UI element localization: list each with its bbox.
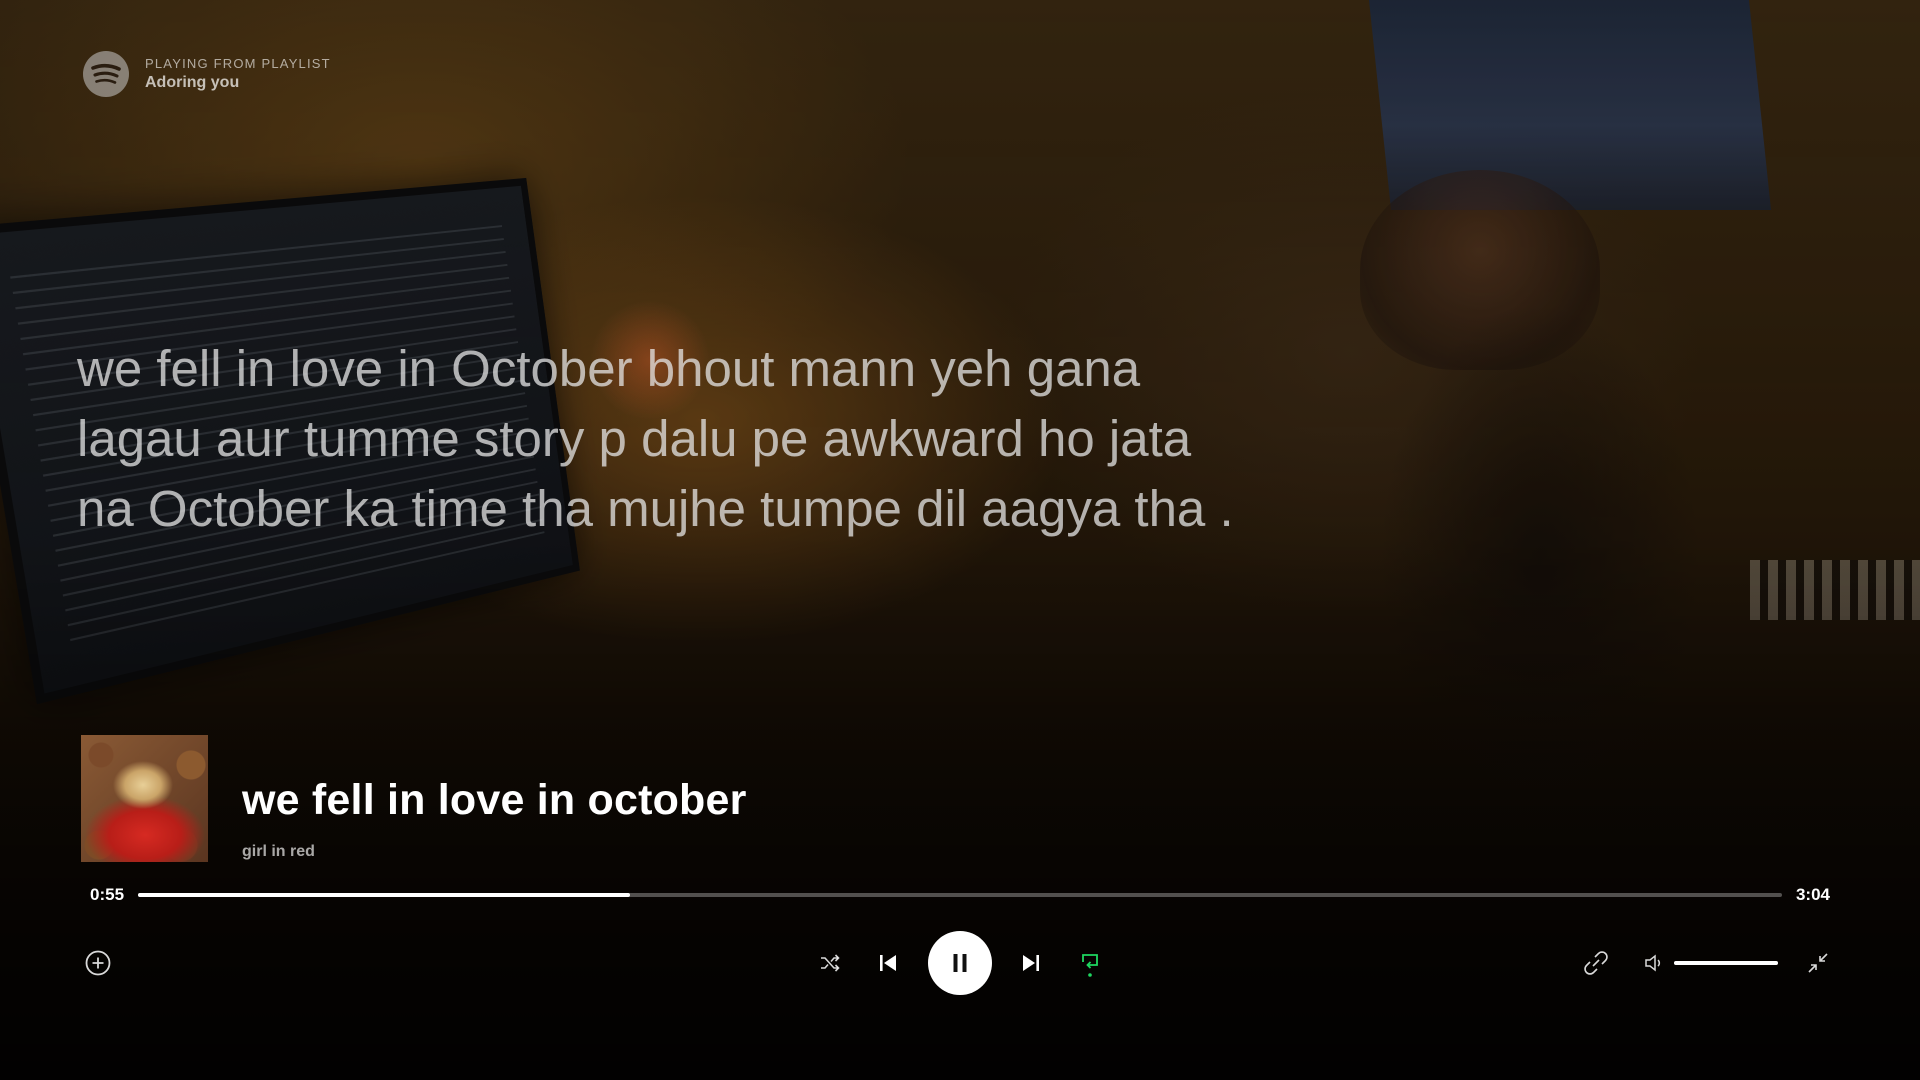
shuffle-button[interactable] <box>815 948 845 978</box>
repeat-button[interactable] <box>1074 946 1106 980</box>
progress-fill <box>138 893 630 897</box>
lyrics-line: na October ka time tha mujhe tumpe dil a… <box>77 480 1234 537</box>
plus-circle-icon <box>85 950 111 976</box>
duration-time: 3:04 <box>1795 885 1830 904</box>
skip-previous-icon <box>880 955 896 971</box>
now-playing-info: we fell in love in october girl in red <box>81 735 747 862</box>
artist-name[interactable]: girl in red <box>242 843 747 861</box>
volume-slider[interactable] <box>1674 961 1778 965</box>
elapsed-time: 0:55 <box>90 885 125 904</box>
add-to-library-button[interactable] <box>83 948 113 978</box>
progress-bar[interactable] <box>138 893 1782 897</box>
repeat-icon <box>1082 954 1098 977</box>
spotify-icon <box>83 51 129 97</box>
volume-button[interactable] <box>1640 948 1668 978</box>
lyrics-line: we fell in love in October bhout mann ye… <box>77 340 1141 397</box>
next-button[interactable] <box>1016 948 1046 978</box>
exit-fullscreen-icon <box>1808 953 1828 973</box>
lyrics-text: we fell in love in October bhout mann ye… <box>77 334 1377 544</box>
context-label: PLAYING FROM PLAYLIST <box>145 56 331 71</box>
fullscreen-player: PLAYING FROM PLAYLIST Adoring you we fel… <box>0 0 1920 1080</box>
lyrics-line: lagau aur tumme story p dalu pe awkward … <box>77 410 1192 467</box>
pause-icon <box>953 954 967 972</box>
playing-context: PLAYING FROM PLAYLIST Adoring you <box>83 51 331 97</box>
link-icon <box>1584 951 1608 975</box>
progress-row: 0:55 3:04 <box>90 883 1830 907</box>
shuffle-icon <box>821 954 840 972</box>
playlist-name[interactable]: Adoring you <box>145 74 331 92</box>
track-title[interactable]: we fell in love in october <box>242 776 747 825</box>
volume-icon <box>1645 954 1661 972</box>
context-text: PLAYING FROM PLAYLIST Adoring you <box>145 56 331 92</box>
previous-button[interactable] <box>873 948 903 978</box>
exit-fullscreen-button[interactable] <box>1803 948 1833 978</box>
volume-fill <box>1674 961 1778 965</box>
player-controls <box>0 930 1920 996</box>
album-cover[interactable] <box>81 735 208 862</box>
connect-button[interactable] <box>1581 948 1611 978</box>
pause-button[interactable] <box>928 931 992 995</box>
track-meta: we fell in love in october girl in red <box>242 776 747 862</box>
skip-next-icon <box>1023 955 1039 971</box>
